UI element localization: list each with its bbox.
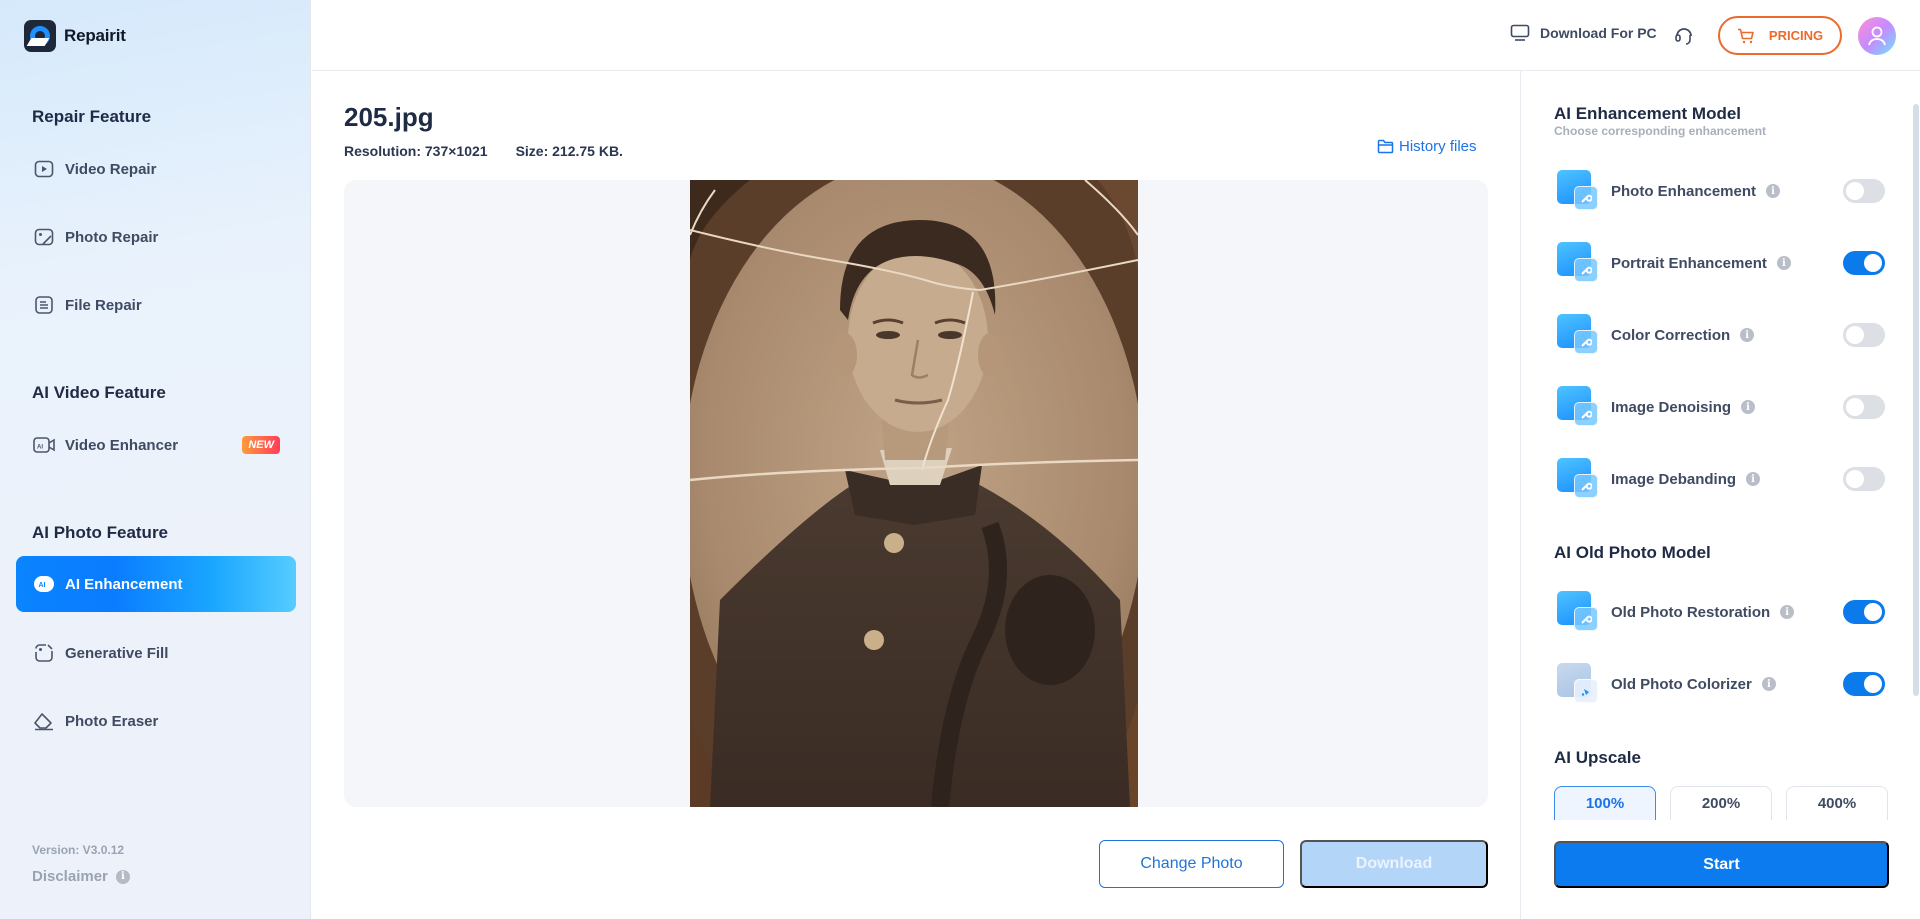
history-files-link[interactable]: History files — [1377, 138, 1477, 155]
palette-icon — [1557, 314, 1599, 356]
user-avatar[interactable] — [1858, 17, 1896, 55]
top-bar: Download For PC PRICING — [312, 0, 1920, 71]
settings-scrollbar[interactable] — [1913, 104, 1919, 696]
eraser-icon — [33, 710, 55, 732]
download-for-pc-label: Download For PC — [1540, 25, 1657, 41]
old-portrait-photo — [690, 180, 1138, 807]
option-image-denoising: Image Denoising i — [1557, 385, 1885, 429]
info-icon[interactable]: i — [1766, 184, 1781, 198]
section-title-ai-photo: AI Photo Feature — [32, 523, 169, 542]
sidebar-item-file-repair[interactable]: File Repair — [16, 277, 296, 333]
option-label: Image Debanding — [1611, 470, 1737, 488]
sidebar-item-generative-fill[interactable]: Generative Fill — [16, 625, 296, 681]
info-icon[interactable]: i — [1761, 677, 1776, 691]
deband-icon — [1557, 458, 1599, 500]
photo-enhancement-icon — [1557, 170, 1599, 212]
old-photo-restoration-icon — [1557, 591, 1599, 633]
file-meta: Resolution: 737×1021 Size: 212.75 KB. — [344, 143, 623, 159]
option-old-photo-colorizer: Old Photo Colorizer i — [1557, 662, 1885, 706]
video-play-icon — [33, 158, 55, 180]
user-icon — [1868, 26, 1886, 46]
info-icon[interactable]: i — [1780, 605, 1795, 619]
svg-text:AI: AI — [37, 445, 43, 451]
size-label: Size: 212.75 KB. — [515, 143, 623, 159]
generative-fill-icon — [33, 642, 55, 664]
upscale-100-button[interactable]: 100% — [1554, 786, 1656, 820]
portrait-enhancement-icon — [1557, 242, 1599, 284]
info-icon[interactable]: i — [1741, 400, 1756, 414]
version-label: Version: V3.0.12 — [32, 843, 125, 857]
info-icon: i — [115, 869, 130, 884]
option-label: Old Photo Colorizer — [1611, 675, 1752, 693]
image-preview-area — [344, 180, 1488, 807]
file-icon — [33, 294, 55, 316]
option-color-correction: Color Correction i — [1557, 313, 1885, 357]
sidebar: Repairit Repair Feature Video Repair Pho… — [0, 0, 311, 919]
old-photo-colorizer-toggle[interactable] — [1843, 672, 1885, 696]
option-old-photo-restoration: Old Photo Restoration i — [1557, 590, 1885, 634]
download-for-pc-button[interactable]: Download For PC — [1510, 24, 1657, 42]
sidebar-item-photo-repair[interactable]: Photo Repair — [16, 209, 296, 265]
disclaimer-link[interactable]: Disclaimer i — [32, 868, 130, 885]
color-correction-toggle[interactable] — [1843, 323, 1885, 347]
option-label: Portrait Enhancement — [1611, 254, 1767, 272]
sidebar-item-ai-enhancement[interactable]: AI AI Enhancement — [16, 556, 296, 612]
repairit-logo-icon — [24, 20, 56, 52]
old-photo-restoration-toggle[interactable] — [1843, 600, 1885, 624]
logo[interactable]: Repairit — [24, 20, 126, 52]
option-label: Old Photo Restoration — [1611, 603, 1771, 621]
new-badge: NEW — [242, 436, 280, 454]
app-name: Repairit — [64, 26, 126, 45]
enhancement-model-subtitle: Choose corresponding enhancement — [1554, 124, 1767, 138]
image-debanding-toggle[interactable] — [1843, 467, 1885, 491]
portrait-enhancement-toggle[interactable] — [1843, 251, 1885, 275]
ai-badge-icon: AI — [33, 573, 55, 595]
upscale-200-button[interactable]: 200% — [1670, 786, 1772, 820]
old-photo-model-title: AI Old Photo Model — [1554, 543, 1711, 562]
settings-panel: AI Enhancement Model Choose correspondin… — [1520, 71, 1920, 919]
image-denoising-toggle[interactable] — [1843, 395, 1885, 419]
photo-preview — [690, 180, 1138, 807]
option-portrait-enhancement: Portrait Enhancement i — [1557, 241, 1885, 285]
info-icon[interactable]: i — [1740, 328, 1755, 342]
upscale-400-button[interactable]: 400% — [1786, 786, 1888, 820]
section-title-repair: Repair Feature — [32, 107, 152, 126]
photo-icon — [33, 226, 55, 248]
file-name: 205.jpg — [344, 102, 434, 132]
upscale-title: AI Upscale — [1554, 748, 1641, 767]
monitor-icon — [1510, 24, 1530, 41]
folder-icon — [1377, 139, 1394, 154]
pricing-label: PRICING — [1768, 28, 1824, 43]
disclaimer-label: Disclaimer — [32, 868, 108, 885]
cart-icon — [1737, 28, 1754, 43]
denoise-icon — [1557, 386, 1599, 428]
option-label: Photo Enhancement — [1611, 182, 1757, 200]
sidebar-item-photo-eraser[interactable]: Photo Eraser — [16, 693, 296, 749]
option-label: Color Correction — [1611, 326, 1731, 344]
change-photo-button[interactable]: Change Photo — [1099, 840, 1284, 888]
settings-scroll-area: AI Enhancement Model Choose correspondin… — [1521, 71, 1920, 820]
ai-video-icon: AI — [33, 434, 55, 456]
svg-text:AI: AI — [39, 582, 46, 589]
start-button[interactable]: Start — [1554, 841, 1889, 888]
sidebar-item-video-repair[interactable]: Video Repair — [16, 141, 296, 197]
resolution-label: Resolution: 737×1021 — [344, 143, 488, 159]
option-photo-enhancement: Photo Enhancement i — [1557, 169, 1885, 213]
option-image-debanding: Image Debanding i — [1557, 457, 1885, 501]
option-label: Image Denoising — [1611, 398, 1732, 416]
sidebar-item-video-enhancer[interactable]: AI Video Enhancer NEW — [16, 417, 296, 473]
info-icon[interactable]: i — [1746, 472, 1761, 486]
enhancement-model-title: AI Enhancement Model — [1554, 104, 1742, 123]
history-files-label: History files — [1399, 138, 1477, 155]
section-title-ai-video: AI Video Feature — [32, 383, 166, 402]
app-window: Repairit Repair Feature Video Repair Pho… — [0, 0, 1920, 919]
download-button[interactable]: Download — [1300, 840, 1488, 888]
info-icon[interactable]: i — [1776, 256, 1791, 270]
pricing-button[interactable]: PRICING — [1718, 16, 1842, 55]
colorizer-icon — [1557, 663, 1599, 705]
headset-support-icon[interactable] — [1673, 24, 1695, 46]
photo-enhancement-toggle[interactable] — [1843, 179, 1885, 203]
